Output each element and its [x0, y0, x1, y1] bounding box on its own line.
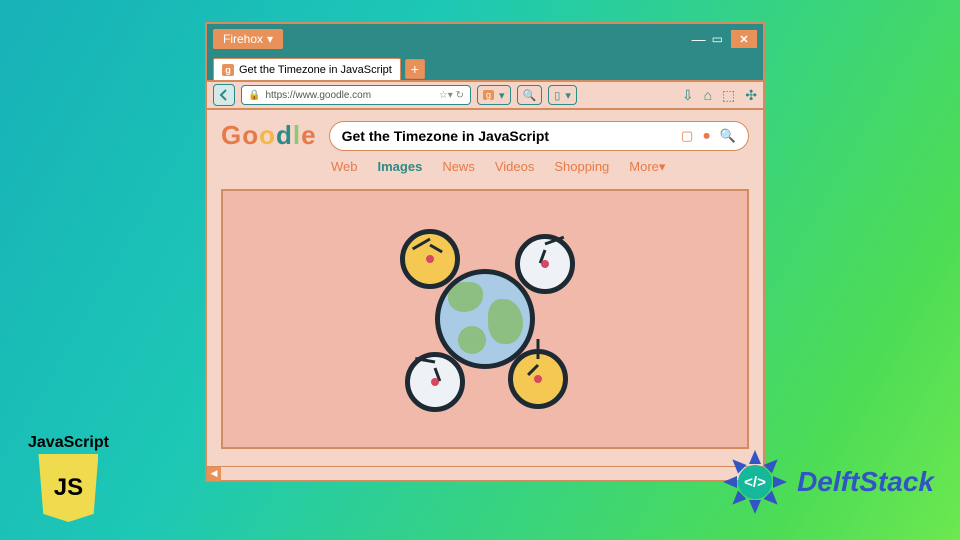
camera-icon[interactable]: ▢	[681, 128, 693, 144]
delftstack-label: DelftStack	[797, 466, 934, 498]
clock-icon	[405, 352, 465, 412]
chevron-down-icon: ▾	[499, 89, 505, 102]
cat-videos[interactable]: Videos	[495, 159, 535, 175]
search-actions: ▢ ⏺ 🔍	[681, 128, 736, 144]
reader-icon: g	[483, 90, 494, 100]
svg-text:</>: </>	[744, 474, 766, 491]
tab-active[interactable]: g Get the Timezone in JavaScript	[213, 58, 401, 80]
delftstack-logo-icon: </>	[721, 448, 789, 516]
cat-news[interactable]: News	[442, 159, 475, 175]
cube-icon[interactable]: ⬚	[722, 87, 735, 104]
search-input[interactable]	[342, 128, 681, 144]
page-content: Goodle ▢ ⏺ 🔍 Web Images News Videos Shop…	[207, 110, 763, 466]
category-row: Web Images News Videos Shopping More▾	[221, 159, 749, 175]
browser-brand: Firehox ▾	[213, 29, 283, 49]
back-button[interactable]	[213, 84, 235, 106]
restore-button[interactable]: ▭	[712, 32, 723, 46]
chevron-down-icon: ▾	[565, 89, 571, 102]
cat-shopping[interactable]: Shopping	[554, 159, 609, 175]
extensions-icon[interactable]: ✣	[745, 87, 757, 104]
clock-icon	[400, 229, 460, 289]
address-bar[interactable]: 🔒 https://www.goodle.com ☆▾ ↻	[241, 85, 471, 105]
search-group[interactable]: 🔍	[517, 85, 543, 105]
js-label: JavaScript	[28, 434, 109, 452]
download-icon[interactable]: ⇩	[682, 87, 694, 104]
close-button[interactable]: ✕	[731, 30, 757, 48]
search-icon: 🔍	[523, 89, 537, 102]
address-row: 🔒 https://www.goodle.com ☆▾ ↻ g▾ 🔍 ▯▾ ⇩ …	[207, 80, 763, 110]
search-box[interactable]: ▢ ⏺ 🔍	[329, 121, 749, 151]
toolbar-icons: ⇩ ⌂ ⬚ ✣	[682, 87, 757, 104]
hero-image-area	[221, 189, 749, 449]
new-tab-button[interactable]: +	[405, 59, 425, 79]
mic-icon[interactable]: ⏺	[703, 128, 710, 144]
window-min-restore: — ▭	[692, 32, 723, 46]
browser-window: Firehox ▾ — ▭ ✕ g Get the Timezone in Ja…	[205, 22, 765, 482]
panel-group[interactable]: ▯▾	[548, 85, 577, 105]
reader-group[interactable]: g▾	[477, 85, 511, 105]
goodle-logo: Goodle	[221, 120, 317, 151]
javascript-badge: JavaScript JS	[28, 434, 109, 522]
cat-images[interactable]: Images	[378, 159, 423, 175]
brand-dropdown-icon: ▾	[267, 32, 273, 46]
scroll-left-icon[interactable]: ◀	[207, 467, 221, 481]
addr-action-icons: ☆▾ ↻	[439, 90, 464, 101]
horizontal-scrollbar[interactable]: ◀ ▶	[207, 466, 763, 480]
clock-icon	[508, 349, 568, 409]
panel-icon: ▯	[554, 89, 560, 102]
lock-icon: 🔒	[248, 90, 260, 101]
minimize-button[interactable]: —	[692, 32, 706, 46]
titlebar: Firehox ▾ — ▭ ✕	[207, 24, 763, 54]
cat-more[interactable]: More▾	[629, 159, 665, 175]
tab-title: Get the Timezone in JavaScript	[239, 64, 392, 76]
cat-web[interactable]: Web	[331, 159, 358, 175]
search-icon[interactable]: 🔍	[720, 128, 736, 144]
browser-name-label: Firehox	[223, 32, 263, 46]
url-text: https://www.goodle.com	[265, 90, 371, 101]
delftstack-badge: </> DelftStack	[721, 448, 934, 516]
tab-favicon-icon: g	[222, 64, 234, 76]
home-icon[interactable]: ⌂	[704, 87, 712, 104]
search-row: Goodle ▢ ⏺ 🔍	[221, 120, 749, 151]
tabs-bar: g Get the Timezone in JavaScript +	[207, 54, 763, 80]
js-shield-icon: JS	[38, 454, 98, 522]
clock-icon	[515, 234, 575, 294]
timezone-illustration	[380, 214, 590, 424]
